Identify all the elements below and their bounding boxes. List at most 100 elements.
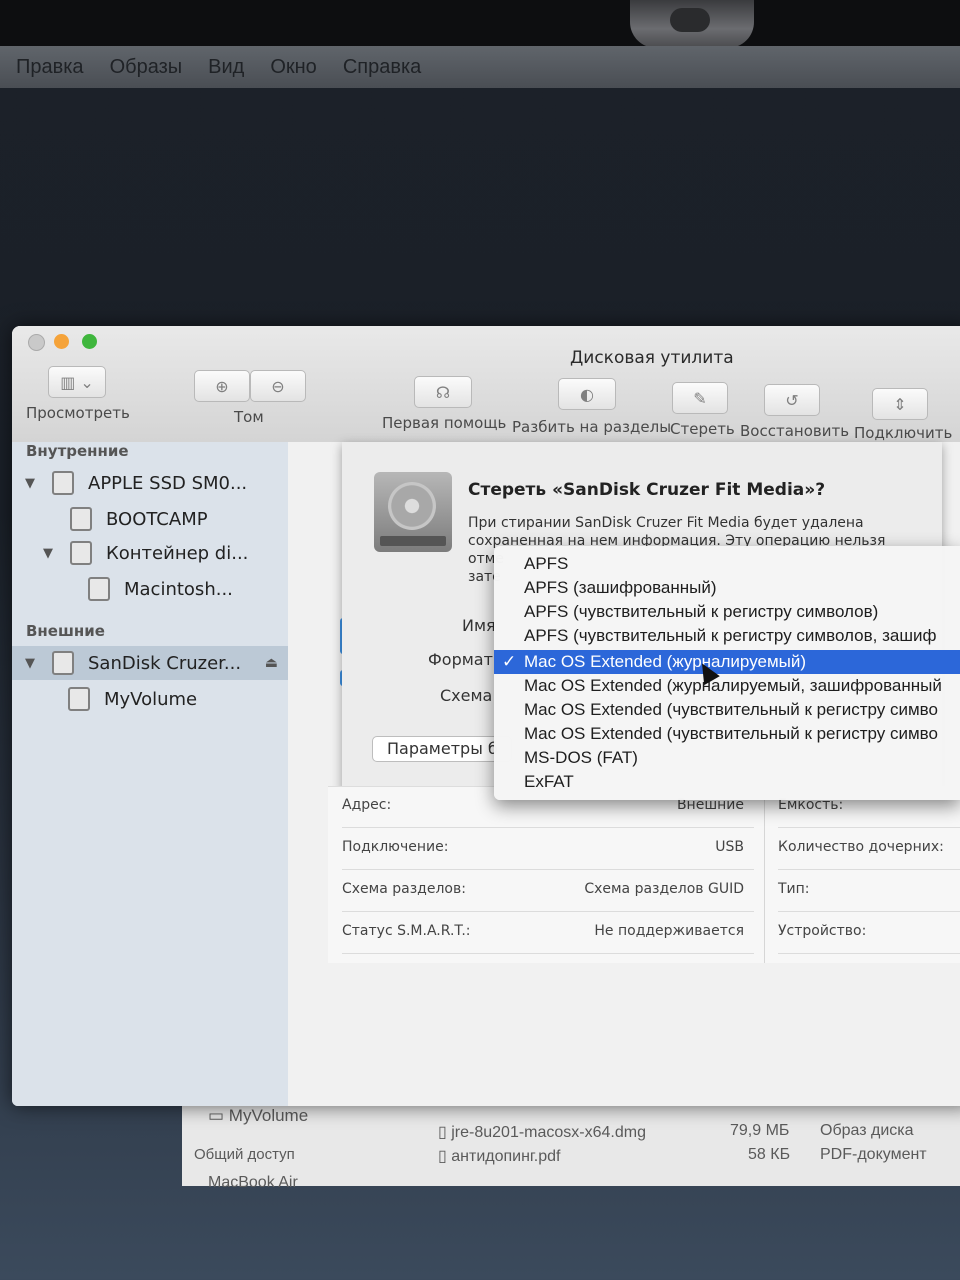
- zoom-button[interactable]: [82, 334, 97, 349]
- menu-view[interactable]: Вид: [208, 56, 244, 79]
- sidebar-item-apple-ssd[interactable]: ▼ APPLE SSD SM0...: [12, 466, 298, 500]
- volume-label: Том: [234, 408, 264, 426]
- format-option-apfs[interactable]: APFS: [494, 552, 960, 576]
- format-option-exfat[interactable]: ExFAT: [494, 770, 960, 794]
- info-key: Устройство:: [778, 923, 867, 939]
- format-option-apfs-case[interactable]: APFS (чувствительный к регистру символов…: [494, 600, 960, 624]
- option-label: Mac OS Extended (журналируемый, зашифров…: [524, 676, 942, 695]
- sidebar-header-external: Внешние: [26, 622, 105, 640]
- menu-images[interactable]: Образы: [110, 56, 183, 79]
- sidebar: Внутренние ▼ APPLE SSD SM0... BOOTCAMP ▼…: [12, 442, 324, 1106]
- menu-edit[interactable]: Правка: [16, 56, 84, 79]
- format-option-apfs-encrypted[interactable]: APFS (зашифрованный): [494, 576, 960, 600]
- name-label: Имя: [462, 616, 496, 635]
- info-value: USB: [715, 839, 744, 855]
- option-label: MS-DOS (FAT): [524, 748, 638, 767]
- partition-button[interactable]: ◐: [558, 378, 616, 410]
- format-option-hfs-journaled[interactable]: ✓ Mac OS Extended (журналируемый): [494, 650, 960, 674]
- file-kind: PDF-документ: [820, 1146, 927, 1163]
- sidebar-header-internal: Внутренние: [26, 442, 129, 460]
- format-option-apfs-case-encrypted[interactable]: APFS (чувствительный к регистру символов…: [494, 624, 960, 648]
- menu-window[interactable]: Окно: [270, 56, 316, 79]
- menu-help[interactable]: Справка: [343, 56, 421, 79]
- option-label: APFS: [524, 554, 569, 573]
- format-dropdown-menu: APFS APFS (зашифрованный) APFS (чувствит…: [494, 546, 960, 800]
- screen-bezel: [0, 0, 960, 46]
- info-key: Количество дочерних:: [778, 839, 944, 855]
- view-label: Просмотреть: [26, 404, 130, 422]
- first-aid-button[interactable]: ☊: [414, 376, 472, 408]
- format-option-hfs-case-journaled[interactable]: Mac OS Extended (чувствительный к регист…: [494, 722, 960, 746]
- file-row[interactable]: ▯ антидопинг.pdf: [438, 1146, 561, 1166]
- info-row-smart: Статус S.M.A.R.T.: Не поддерживается: [342, 913, 754, 954]
- finder-item-label: MyVolume: [228, 1106, 309, 1125]
- restore-label: Восстановить: [740, 422, 850, 440]
- mount-button[interactable]: ⇕: [872, 388, 928, 420]
- disclosure-triangle-icon[interactable]: ▼: [40, 546, 56, 561]
- format-option-hfs-case[interactable]: Mac OS Extended (чувствительный к регист…: [494, 698, 960, 722]
- info-value: Не поддерживается: [594, 923, 744, 939]
- internal-disk-icon: [52, 471, 74, 495]
- hard-disk-icon: [374, 472, 452, 552]
- sidebar-item-container[interactable]: ▼ Контейнер di...: [12, 536, 316, 570]
- minimize-button[interactable]: [54, 334, 69, 349]
- info-key: Тип:: [778, 881, 810, 897]
- restore-button[interactable]: ↺: [764, 384, 820, 416]
- info-row-partition-map: Схема разделов: Схема разделов GUID: [342, 871, 754, 912]
- info-row-device: Устройство:: [778, 913, 960, 954]
- option-label: Mac OS Extended (чувствительный к регист…: [524, 724, 938, 743]
- disk-info-table: Адрес: Внешние Подключение: USB Схема разд…: [328, 786, 960, 963]
- security-options-button[interactable]: Параметры б: [372, 736, 512, 762]
- remove-volume-icon: ⊖: [271, 376, 285, 396]
- remove-volume-button[interactable]: ⊖: [250, 370, 306, 402]
- option-label: APFS (чувствительный к регистру символов…: [524, 626, 937, 645]
- sidebar-view-icon: ▥ ⌄: [60, 372, 94, 392]
- format-option-msdos[interactable]: MS-DOS (FAT): [494, 746, 960, 770]
- file-name: антидопинг.pdf: [451, 1148, 561, 1165]
- erase-button[interactable]: ✎: [672, 382, 728, 414]
- first-aid-label: Первая помощь: [382, 414, 507, 432]
- scheme-label: Схема: [440, 686, 493, 705]
- info-key: Подключение:: [342, 839, 449, 855]
- sidebar-item-label: APPLE SSD SM0...: [88, 472, 248, 494]
- mount-icon: ⇕: [893, 394, 907, 414]
- eject-icon[interactable]: ⏏: [265, 655, 278, 671]
- disclosure-triangle-icon[interactable]: ▼: [22, 656, 38, 671]
- file-row[interactable]: ▯ jre-8u201-macosx-x64.dmg: [438, 1122, 646, 1142]
- info-key: Статус S.M.A.R.T.:: [342, 923, 471, 939]
- sidebar-item-sandisk[interactable]: ▼ SanDisk Cruzer... ⏏: [12, 646, 298, 680]
- option-label: APFS (зашифрованный): [524, 578, 717, 597]
- title-bar: Дисковая утилита ▥ ⌄ Просмотреть ⊕ ⊖ Том…: [12, 326, 960, 443]
- info-row-child-count: Количество дочерних:: [778, 829, 960, 870]
- webcam-lens: [670, 8, 710, 32]
- container-disk-icon: [70, 541, 92, 565]
- add-volume-button[interactable]: ⊕: [194, 370, 250, 402]
- close-button[interactable]: [28, 334, 45, 351]
- partition-label: Разбить на разделы: [512, 418, 672, 436]
- file-size: 79,9 МБ: [730, 1122, 790, 1139]
- option-label: Mac OS Extended (журналируемый): [524, 652, 807, 671]
- external-disk-icon: [52, 651, 74, 675]
- mount-label: Подключить: [854, 424, 953, 442]
- stethoscope-icon: ☊: [435, 382, 451, 402]
- disclosure-triangle-icon[interactable]: ▼: [22, 476, 38, 491]
- erase-label: Стереть: [670, 420, 735, 438]
- pie-chart-icon: ◐: [580, 384, 594, 404]
- option-label: Mac OS Extended (чувствительный к регист…: [524, 700, 938, 719]
- finder-sidebar-myvolume[interactable]: ▭ MyVolume: [208, 1106, 308, 1126]
- menu-bar: Правка Образы Вид Окно Справка: [0, 46, 960, 88]
- add-volume-icon: ⊕: [215, 376, 229, 396]
- window-title: Дисковая утилита: [570, 348, 734, 368]
- view-button[interactable]: ▥ ⌄: [48, 366, 106, 398]
- format-option-hfs-journaled-encrypted[interactable]: Mac OS Extended (журналируемый, зашифров…: [494, 674, 960, 698]
- column-divider: [764, 787, 765, 963]
- sheet-title: Стереть «SanDisk Cruzer Fit Media»?: [468, 480, 826, 500]
- option-label: ExFAT: [524, 772, 574, 791]
- hdd-connector: [380, 536, 446, 546]
- finder-sidebar-mac[interactable]: MacBook Air: [208, 1174, 298, 1192]
- volume-disk-icon: [88, 577, 110, 601]
- volume-disk-icon: [68, 687, 90, 711]
- restore-icon: ↺: [785, 390, 799, 410]
- sidebar-item-label: BOOTCAMP: [106, 508, 208, 530]
- sidebar-item-label: SanDisk Cruzer...: [88, 652, 242, 674]
